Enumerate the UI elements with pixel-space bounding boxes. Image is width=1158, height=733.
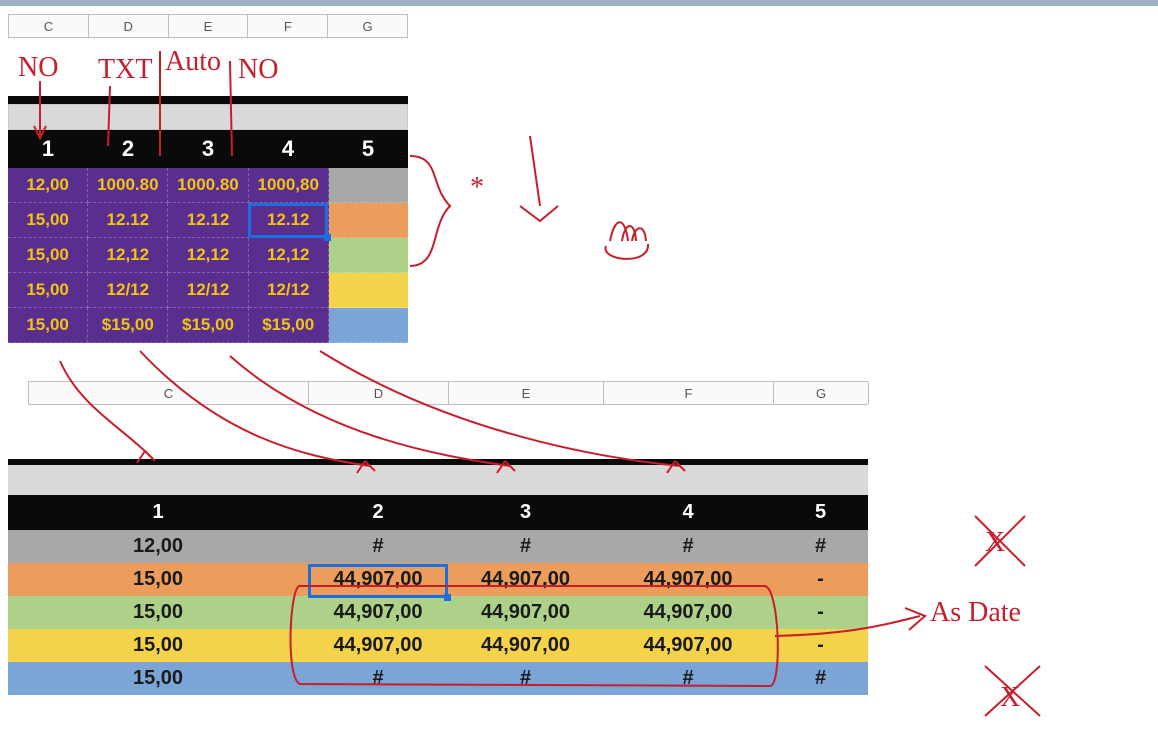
col-header-g[interactable]: G <box>328 15 408 37</box>
upper-hdr-2: 2 <box>88 130 168 168</box>
cell[interactable]: 1000.80 <box>168 168 248 203</box>
table-row: 15,0044,907,0044,907,0044,907,00- <box>8 629 868 662</box>
table-row: 15,0012.1212.1212.12 <box>8 203 408 238</box>
lower-hdr-1: 1 <box>8 495 308 530</box>
lower-hdr-2: 2 <box>308 495 448 530</box>
lower-hdr-3: 3 <box>448 495 603 530</box>
col-header-e[interactable]: E <box>449 382 604 404</box>
cell[interactable]: $15,00 <box>168 308 248 343</box>
cell[interactable] <box>329 273 408 308</box>
cell[interactable]: 1000.80 <box>88 168 168 203</box>
cell[interactable]: - <box>773 629 868 662</box>
lower-hdr-4: 4 <box>603 495 773 530</box>
upper-hdr-4: 4 <box>248 130 328 168</box>
col-header-e[interactable]: E <box>169 15 249 37</box>
cell[interactable]: $15,00 <box>249 308 329 343</box>
cell[interactable]: # <box>308 662 448 695</box>
upper-blank-rows <box>8 38 408 96</box>
annotation-x-top: X <box>985 527 1005 558</box>
cell[interactable]: 12/12 <box>249 273 329 308</box>
cell[interactable]: 44,907,00 <box>448 629 603 662</box>
cell[interactable]: 44,907,00 <box>448 563 603 596</box>
cell[interactable]: 15,00 <box>8 308 88 343</box>
cell[interactable] <box>329 238 408 273</box>
cell[interactable]: # <box>603 662 773 695</box>
cell[interactable]: - <box>773 596 868 629</box>
lower-spreadsheet: C D E F G 1 2 3 4 5 12,00####15,0044,907… <box>8 381 868 695</box>
upper-spreadsheet: C D E F G 1 2 3 4 5 12,001000.801000.801… <box>8 14 408 343</box>
cell[interactable]: # <box>773 530 868 563</box>
cell[interactable]: 15,00 <box>8 238 88 273</box>
cell[interactable]: 44,907,00 <box>308 563 448 596</box>
upper-hdr-1: 1 <box>8 130 88 168</box>
table-row: 15,0044,907,0044,907,0044,907,00- <box>8 563 868 596</box>
cell[interactable]: 12,00 <box>8 530 308 563</box>
upper-gray-strip <box>8 104 408 130</box>
table-row: 15,00#### <box>8 662 868 695</box>
table-row: 15,0012/1212/1212/12 <box>8 273 408 308</box>
upper-number-header: 1 2 3 4 5 <box>8 130 408 168</box>
cell[interactable]: 12,12 <box>168 238 248 273</box>
cell[interactable]: 12.12 <box>88 203 168 238</box>
annotation-star: * <box>470 172 484 203</box>
cell[interactable]: 15,00 <box>8 629 308 662</box>
cell[interactable]: 15,00 <box>8 273 88 308</box>
col-header-d[interactable]: D <box>309 382 449 404</box>
cell[interactable]: 15,00 <box>8 596 308 629</box>
annotation-x-bot: X <box>1000 682 1020 713</box>
cell[interactable]: 12,12 <box>88 238 168 273</box>
cell[interactable]: $15,00 <box>88 308 168 343</box>
table-row: 15,00$15,00$15,00$15,00 <box>8 308 408 343</box>
cell[interactable]: # <box>448 662 603 695</box>
cell[interactable]: 44,907,00 <box>603 596 773 629</box>
table-row: 15,0044,907,0044,907,0044,907,00- <box>8 596 868 629</box>
upper-hdr-3: 3 <box>168 130 248 168</box>
col-header-f[interactable]: F <box>604 382 774 404</box>
lower-number-header: 1 2 3 4 5 <box>8 495 868 530</box>
cell[interactable]: 44,907,00 <box>308 596 448 629</box>
cell[interactable]: # <box>773 662 868 695</box>
cell[interactable]: 12,00 <box>8 168 88 203</box>
cell[interactable]: - <box>773 563 868 596</box>
col-header-c[interactable]: C <box>9 15 89 37</box>
cell[interactable]: 1000,80 <box>249 168 329 203</box>
table-row: 12,001000.801000.801000,80 <box>8 168 408 203</box>
cell[interactable]: 12,12 <box>249 238 329 273</box>
upper-selection-handle[interactable] <box>324 234 331 241</box>
cell[interactable]: # <box>603 530 773 563</box>
annotation-as-date: As Date <box>930 597 1021 628</box>
cell[interactable]: 44,907,00 <box>308 629 448 662</box>
table-row: 15,0012,1212,1212,12 <box>8 238 408 273</box>
cell[interactable] <box>329 203 408 238</box>
upper-hdr-5: 5 <box>328 130 408 168</box>
cell[interactable]: 12/12 <box>168 273 248 308</box>
lower-hdr-5: 5 <box>773 495 868 530</box>
cell[interactable] <box>329 168 408 203</box>
upper-black-strip <box>8 96 408 104</box>
cell[interactable]: 15,00 <box>8 662 308 695</box>
cell[interactable]: # <box>448 530 603 563</box>
cell[interactable]: 44,907,00 <box>448 596 603 629</box>
col-header-f[interactable]: F <box>248 15 328 37</box>
col-header-g[interactable]: G <box>774 382 869 404</box>
lower-blank-rows <box>8 405 868 459</box>
cell[interactable]: 44,907,00 <box>603 563 773 596</box>
upper-column-headers: C D E F G <box>8 14 408 38</box>
lower-gray-strip <box>8 465 868 495</box>
cell[interactable]: 15,00 <box>8 203 88 238</box>
cell[interactable]: 12.12 <box>249 203 329 238</box>
lower-selection-handle[interactable] <box>444 594 451 601</box>
table-row: 12,00#### <box>8 530 868 563</box>
cell[interactable]: 15,00 <box>8 563 308 596</box>
col-header-d[interactable]: D <box>89 15 169 37</box>
cell[interactable]: # <box>308 530 448 563</box>
cell[interactable]: 44,907,00 <box>603 629 773 662</box>
col-header-c[interactable]: C <box>29 382 309 404</box>
cell[interactable]: 12/12 <box>88 273 168 308</box>
cell[interactable] <box>329 308 408 343</box>
lower-column-headers: C D E F G <box>28 381 868 405</box>
cell[interactable]: 12.12 <box>168 203 248 238</box>
